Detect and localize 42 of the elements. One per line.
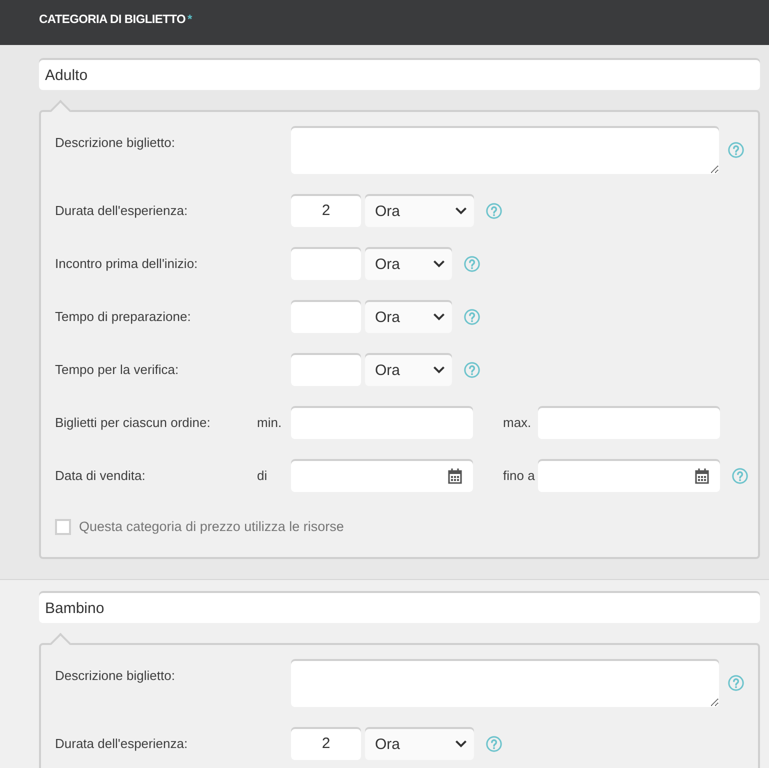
field-label: Descrizione biglietto: (55, 135, 175, 150)
end-date-field[interactable] (538, 459, 720, 492)
field-label: Data di vendita: (55, 468, 146, 483)
field-label: Tempo per la verifica: (55, 362, 179, 377)
unit-select[interactable]: Ora (365, 300, 452, 333)
description-field[interactable] (291, 659, 719, 707)
checkbox-label: Questa categoria di prezzo utilizza le risorse (79, 518, 344, 536)
chevron-icon (455, 207, 467, 215)
calendar-icon (448, 468, 462, 484)
number-field[interactable]: 2 (291, 194, 361, 227)
field-label: Tempo di preparazione: (55, 308, 191, 324)
field-label: Incontro prima dell'inizio: (55, 256, 198, 271)
start-date-field[interactable] (291, 459, 473, 492)
number-field[interactable] (291, 353, 361, 386)
required-mark: * (188, 12, 192, 26)
description-field[interactable] (291, 126, 719, 174)
min-label: min. (257, 414, 282, 430)
field-label: Durata dell'esperienza: (55, 736, 188, 751)
category-name-field[interactable]: Adulto (39, 58, 760, 90)
unit-select[interactable]: Ora (365, 727, 474, 760)
max-label: max. (503, 414, 532, 430)
from-label: di (257, 468, 268, 483)
max-field[interactable] (538, 406, 720, 439)
unit-select[interactable]: Ora (365, 247, 452, 280)
number-field[interactable]: 2 (291, 727, 361, 760)
to-label: fino a (503, 468, 535, 483)
number-field[interactable] (291, 247, 361, 280)
chevron-icon (455, 740, 467, 748)
number-field[interactable] (291, 300, 361, 333)
field-label: Durata dell'esperienza: (55, 202, 188, 218)
field-label: Biglietti per ciascun ordine: (55, 414, 210, 430)
section-title: CATEGORIA DI BIGLIETTO (39, 12, 186, 26)
unit-select[interactable]: Ora (365, 353, 452, 386)
chevron-icon (433, 313, 445, 321)
category-name-field[interactable]: Bambino (39, 591, 760, 623)
min-field[interactable] (291, 406, 473, 439)
chevron-icon (433, 260, 445, 268)
unit-select[interactable]: Ora (365, 194, 474, 227)
calendar-icon (695, 468, 709, 484)
resource-checkbox[interactable] (55, 519, 71, 535)
field-label: Descrizione biglietto: (55, 668, 175, 683)
chevron-icon (433, 366, 445, 374)
